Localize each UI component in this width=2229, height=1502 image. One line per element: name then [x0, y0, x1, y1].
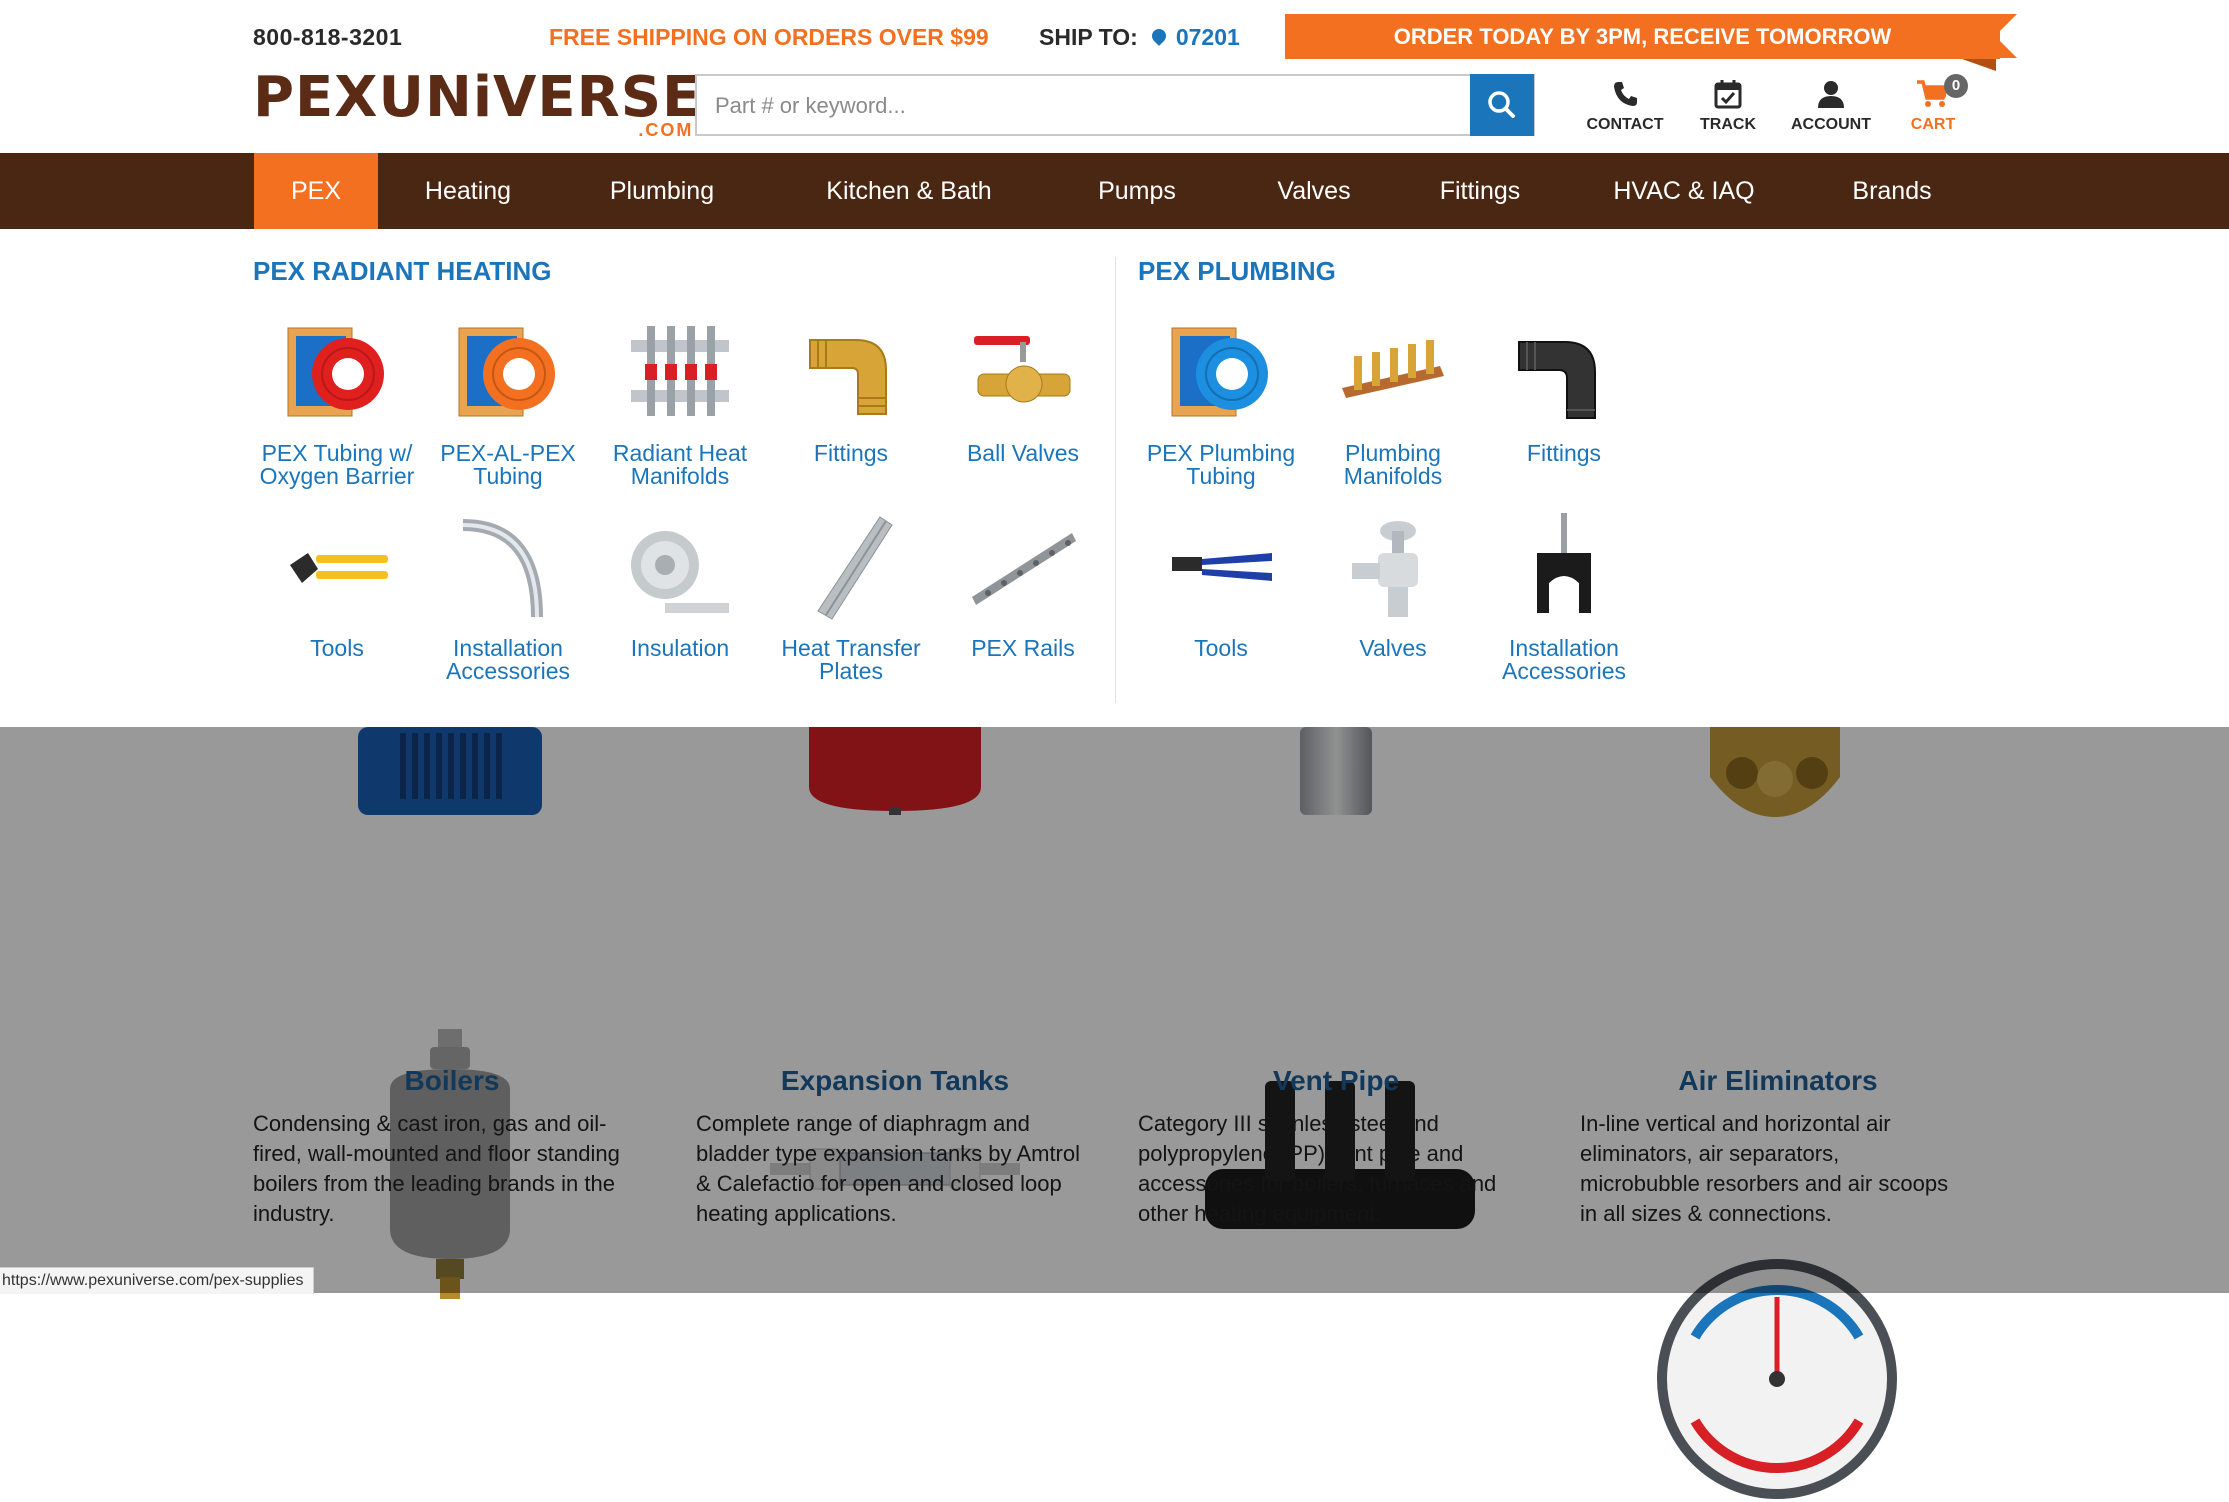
- pressure-gauge-image[interactable]: [1655, 1257, 1900, 1502]
- ship-to[interactable]: SHIP TO: 07201: [1039, 24, 1240, 51]
- order-deadline-banner: ORDER TODAY BY 3PM, RECEIVE TOMORROW: [1285, 14, 2000, 59]
- menu-item-pex-plumbing-tubing[interactable]: PEX Plumbing Tubing: [1135, 318, 1307, 488]
- nav-item-heating[interactable]: Heating: [400, 153, 536, 229]
- orange-pex-coil-icon: [458, 327, 555, 417]
- search-icon: [1488, 91, 1515, 118]
- menu-item-plumbing-manifolds[interactable]: Plumbing Manifolds: [1307, 318, 1479, 488]
- menu-item-label: Installation Accessories: [446, 635, 570, 684]
- link-status-bar: https://www.pexuniverse.com/pex-supplies: [0, 1267, 315, 1294]
- pipe-clip-icon: [1537, 513, 1591, 613]
- menu-item-tools[interactable]: Tools: [251, 513, 423, 660]
- menu-item-label: Fittings: [1526, 440, 1602, 466]
- location-pin-icon: [1148, 26, 1169, 46]
- menu-item-ball-valves[interactable]: Ball Valves: [937, 318, 1109, 465]
- menu-item-radiant-heat-manifolds[interactable]: Radiant Heat Manifolds: [594, 318, 766, 488]
- nav-item-plumbing[interactable]: Plumbing: [586, 153, 738, 229]
- nav-item-pumps[interactable]: Pumps: [1074, 153, 1200, 229]
- menu-item-label: Fittings: [813, 440, 889, 466]
- nav-item-hvac-iaq[interactable]: HVAC & IAQ: [1596, 153, 1772, 229]
- logo-suffix: .COM: [638, 120, 694, 140]
- menu-item-pex-rails[interactable]: PEX Rails: [937, 513, 1109, 660]
- menu-item-label: Ball Valves: [966, 440, 1080, 466]
- search-box: [695, 74, 1535, 136]
- track-link[interactable]: TRACK: [1695, 78, 1761, 134]
- crimp-tool-icon: [290, 553, 388, 583]
- account-label: ACCOUNT: [1791, 116, 1871, 133]
- copper-manifold-icon: [1342, 340, 1444, 398]
- insulation-roll-icon: [631, 531, 729, 613]
- menu-item-label: Radiant Heat Manifolds: [612, 440, 748, 489]
- banner-ribbon-fold: [1962, 59, 1996, 71]
- dim-overlay: [0, 727, 2229, 1293]
- radiant-heading[interactable]: PEX RADIANT HEATING: [253, 256, 552, 287]
- menu-item-label: Heat Transfer Plates: [781, 635, 921, 684]
- menu-item-label: Tools: [1194, 635, 1248, 661]
- ship-to-zip[interactable]: 07201: [1176, 24, 1240, 50]
- contact-label: CONTACT: [1586, 116, 1664, 133]
- nav-item-valves[interactable]: Valves: [1252, 153, 1376, 229]
- cinch-tool-icon: [1172, 553, 1272, 581]
- search-button[interactable]: [1470, 74, 1534, 136]
- mega-menu-divider: [1115, 257, 1116, 703]
- shipping-promo[interactable]: FREE SHIPPING ON ORDERS OVER $99: [549, 24, 989, 51]
- menu-item-label: Plumbing Manifolds: [1343, 440, 1443, 489]
- heat-plate-icon: [817, 516, 893, 620]
- banner-ribbon-tail: [1995, 14, 2017, 58]
- menu-item-plumbing-valves[interactable]: Valves: [1307, 513, 1479, 660]
- plumbing-heading[interactable]: PEX PLUMBING: [1138, 256, 1336, 287]
- menu-item-plumbing-tools[interactable]: Tools: [1135, 513, 1307, 660]
- menu-item-label: PEX Rails: [971, 635, 1075, 661]
- blue-pex-coil-icon: [1171, 327, 1268, 417]
- brass-elbow-icon: [809, 339, 887, 415]
- logo-wordmark: PEXUNiVERSE: [253, 65, 702, 130]
- track-label: TRACK: [1700, 116, 1756, 133]
- menu-item-pex-al-pex-tubing[interactable]: PEX-AL-PEX Tubing: [422, 318, 594, 488]
- nav-item-brands[interactable]: Brands: [1836, 153, 1948, 229]
- site-logo[interactable]: PEXUNiVERSE .COM: [253, 65, 702, 141]
- menu-item-label: PEX-AL-PEX Tubing: [440, 440, 576, 489]
- menu-item-insulation[interactable]: Insulation: [594, 513, 766, 660]
- manifold-icon: [631, 326, 729, 416]
- menu-item-label: PEX Plumbing Tubing: [1146, 440, 1296, 489]
- menu-item-heat-transfer-plates[interactable]: Heat Transfer Plates: [765, 513, 937, 683]
- user-icon: [1818, 81, 1844, 108]
- stop-valve-icon: [1352, 521, 1418, 617]
- menu-item-installation-accessories[interactable]: Installation Accessories: [422, 513, 594, 683]
- pex-rail-icon: [972, 533, 1076, 605]
- cart-count-badge: 0: [1944, 74, 1968, 98]
- ball-valve-icon: [974, 336, 1071, 403]
- contact-link[interactable]: CONTACT: [1585, 78, 1665, 134]
- phone-number[interactable]: 800-818-3201: [253, 24, 402, 51]
- menu-item-label: PEX Tubing w/Oxygen Barrier: [259, 440, 415, 489]
- poly-elbow-icon: [1518, 341, 1596, 419]
- bend-support-icon: [462, 519, 543, 618]
- account-link[interactable]: ACCOUNT: [1788, 78, 1874, 134]
- menu-item-label: Valves: [1359, 635, 1427, 661]
- nav-item-pex[interactable]: PEX: [254, 153, 378, 229]
- menu-item-plumbing-fittings[interactable]: Fittings: [1478, 318, 1650, 465]
- ship-to-label: SHIP TO:: [1039, 24, 1138, 50]
- menu-item-label: Installation Accessories: [1502, 635, 1626, 684]
- phone-icon: [1614, 82, 1637, 106]
- search-input[interactable]: [697, 76, 1497, 136]
- red-pex-coil-icon: [287, 327, 384, 417]
- site-header: 800-818-3201 FREE SHIPPING ON ORDERS OVE…: [0, 0, 2229, 153]
- main-navigation: PEX Heating Plumbing Kitchen & Bath Pump…: [0, 153, 2229, 229]
- menu-item-label: Insulation: [630, 635, 730, 661]
- calendar-check-icon: [1714, 80, 1742, 109]
- nav-item-fittings[interactable]: Fittings: [1414, 153, 1546, 229]
- menu-item-plumbing-installation-accessories[interactable]: Installation Accessories: [1478, 513, 1650, 683]
- nav-item-kitchen-bath[interactable]: Kitchen & Bath: [798, 153, 1020, 229]
- menu-item-fittings[interactable]: Fittings: [765, 318, 937, 465]
- cart-label: CART: [1910, 116, 1956, 133]
- menu-item-label: Tools: [310, 635, 364, 661]
- menu-item-pex-tubing-oxygen-barrier[interactable]: PEX Tubing w/Oxygen Barrier: [251, 318, 423, 488]
